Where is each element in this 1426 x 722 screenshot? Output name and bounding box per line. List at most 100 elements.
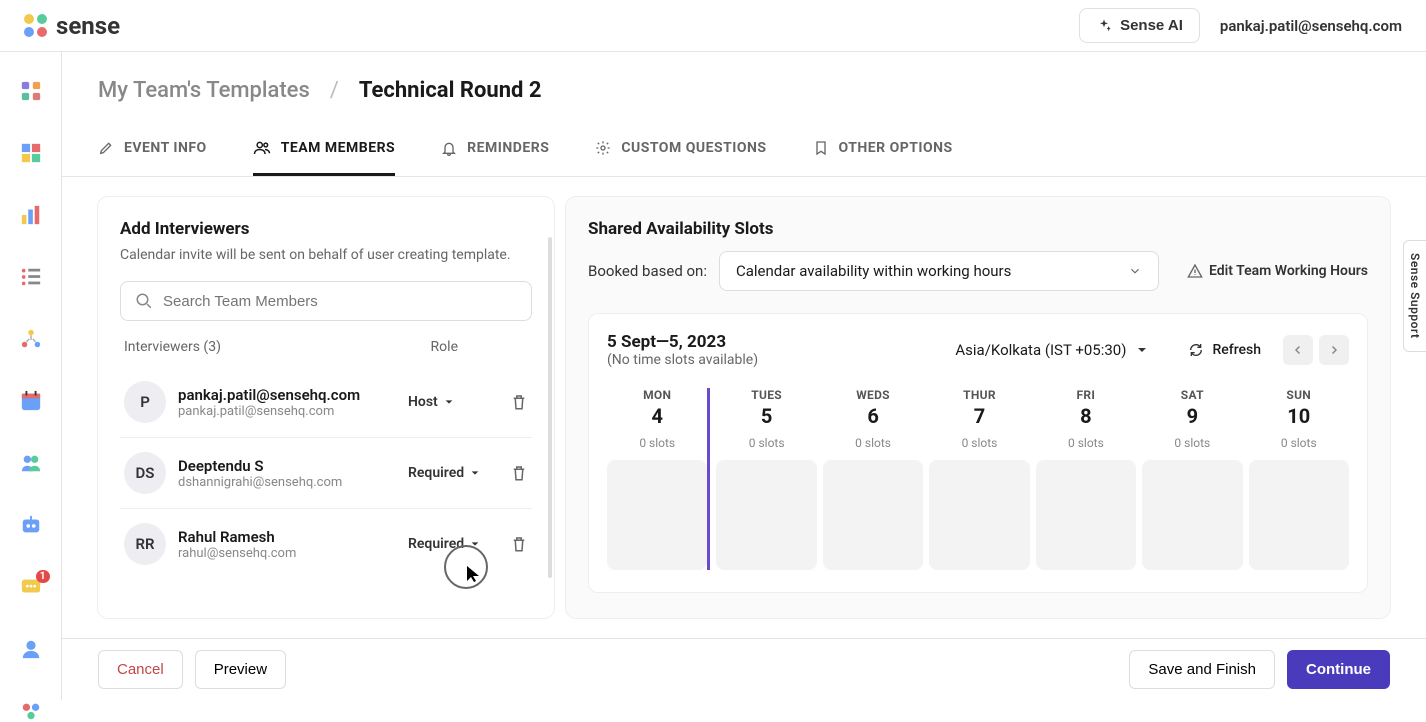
logo[interactable]: sense — [24, 12, 120, 40]
avatar: DS — [124, 452, 166, 494]
day-name: WEDS — [823, 388, 923, 402]
day-name: SUN — [1249, 388, 1349, 402]
nav-bot-icon[interactable] — [20, 514, 42, 536]
tab-reminders[interactable]: REMINDERS — [441, 123, 549, 176]
caret-down-icon — [444, 397, 454, 407]
tab-event-info[interactable]: EVENT INFO — [98, 123, 207, 176]
delete-icon[interactable] — [510, 464, 528, 482]
interviewers-panel: Add Interviewers Calendar invite will be… — [98, 197, 554, 618]
role-dropdown[interactable]: Required — [408, 465, 498, 481]
role-dropdown[interactable]: Host — [408, 394, 498, 410]
day-column[interactable]: THUR 7 0 slots — [929, 388, 1029, 570]
date-range: 5 Sept—5, 2023 — [607, 332, 758, 352]
nav-list-icon[interactable] — [20, 266, 42, 288]
tab-label: REMINDERS — [467, 140, 549, 156]
day-number: 5 — [716, 404, 816, 428]
day-number: 6 — [823, 404, 923, 428]
day-number: 9 — [1142, 404, 1242, 428]
interviewer-name: Rahul Ramesh — [178, 528, 396, 546]
user-email[interactable]: pankaj.patil@sensehq.com — [1220, 17, 1402, 35]
delete-icon[interactable] — [510, 393, 528, 411]
nav-profile-icon[interactable] — [20, 638, 42, 660]
day-slots: 0 slots — [929, 436, 1029, 450]
day-name: THUR — [929, 388, 1029, 402]
save-finish-button[interactable]: Save and Finish — [1129, 650, 1275, 689]
brand-name: sense — [56, 12, 120, 40]
next-week-button[interactable] — [1319, 335, 1349, 365]
week-days: MON 4 0 slots TUES 5 0 slots WEDS 6 — [607, 388, 1349, 570]
nav-calendar-icon[interactable] — [20, 390, 42, 412]
role-dropdown[interactable]: Required — [408, 536, 498, 552]
chevron-left-icon — [1292, 344, 1304, 356]
role-value: Required — [408, 465, 464, 481]
support-tab[interactable]: Sense Support — [1403, 240, 1426, 352]
interviewer-row: RR Rahul Ramesh rahul@sensehq.com Requir… — [120, 509, 532, 579]
day-slots: 0 slots — [823, 436, 923, 450]
interviewer-name: Deeptendu S — [178, 457, 396, 475]
refresh-icon — [1188, 342, 1204, 358]
edit-hours-label: Edit Team Working Hours — [1209, 263, 1368, 279]
breadcrumb-parent[interactable]: My Team's Templates — [98, 78, 310, 103]
day-column[interactable]: WEDS 6 0 slots — [823, 388, 923, 570]
basis-value: Calendar availability within working hou… — [736, 262, 1011, 280]
tab-team-members[interactable]: TEAM MEMBERS — [253, 123, 395, 176]
people-icon — [253, 139, 271, 157]
day-name: TUES — [716, 388, 816, 402]
day-slots: 0 slots — [1249, 436, 1349, 450]
availability-title: Shared Availability Slots — [588, 219, 1368, 239]
delete-icon[interactable] — [510, 535, 528, 553]
booking-basis-dropdown[interactable]: Calendar availability within working hou… — [719, 251, 1159, 291]
slot-box — [1249, 460, 1349, 570]
nav-settings-icon[interactable] — [20, 700, 42, 722]
role-value: Required — [408, 536, 464, 552]
sense-ai-button[interactable]: Sense AI — [1079, 8, 1200, 43]
bookmark-icon — [813, 140, 829, 156]
timezone-dropdown[interactable]: Asia/Kolkata (IST +05:30) — [955, 341, 1148, 359]
day-number: 8 — [1036, 404, 1136, 428]
nav-puzzle-icon[interactable] — [20, 142, 42, 164]
slot-box — [823, 460, 923, 570]
search-icon — [135, 292, 153, 310]
day-column[interactable]: SAT 9 0 slots — [1142, 388, 1242, 570]
gear-icon — [595, 140, 611, 156]
day-column[interactable]: MON 4 0 slots — [607, 388, 707, 570]
nav-dashboard-icon[interactable] — [20, 80, 42, 102]
role-header: Role — [431, 339, 458, 355]
interviewer-email: dshannigrahi@sensehq.com — [178, 475, 396, 490]
nav-network-icon[interactable] — [20, 328, 42, 350]
preview-button[interactable]: Preview — [195, 650, 286, 689]
interviewer-count: Interviewers (3) — [124, 339, 221, 355]
prev-week-button[interactable] — [1283, 335, 1313, 365]
chevron-down-icon — [1128, 264, 1142, 278]
nav-chat-icon[interactable]: 1 — [20, 576, 42, 598]
interviewer-email: rahul@sensehq.com — [178, 546, 396, 561]
continue-button[interactable]: Continue — [1287, 650, 1390, 689]
search-team-members[interactable] — [120, 281, 532, 321]
tab-other-options[interactable]: OTHER OPTIONS — [813, 123, 953, 176]
tab-custom-questions[interactable]: CUSTOM QUESTIONS — [595, 123, 766, 176]
day-slots: 0 slots — [716, 436, 816, 450]
caret-down-icon — [470, 539, 480, 549]
main-area: My Team's Templates / Technical Round 2 … — [62, 52, 1426, 700]
tab-label: TEAM MEMBERS — [281, 140, 395, 156]
search-input[interactable] — [163, 293, 517, 310]
bell-icon — [441, 140, 457, 156]
day-slots: 0 slots — [607, 436, 707, 450]
nav-team-icon[interactable] — [20, 452, 42, 474]
cancel-button[interactable]: Cancel — [98, 650, 183, 689]
slot-box — [1036, 460, 1136, 570]
day-column[interactable]: TUES 5 0 slots — [707, 388, 816, 570]
tabs-bar: EVENT INFO TEAM MEMBERS REMINDERS CUSTOM… — [62, 123, 1426, 177]
interviewer-row: DS Deeptendu S dshannigrahi@sensehq.com … — [120, 438, 532, 509]
edit-working-hours-link[interactable]: Edit Team Working Hours — [1187, 263, 1368, 279]
day-column[interactable]: SUN 10 0 slots — [1249, 388, 1349, 570]
refresh-button[interactable]: Refresh — [1188, 342, 1261, 358]
sparkle-icon — [1096, 18, 1112, 34]
nav-analytics-icon[interactable] — [20, 204, 42, 226]
caret-down-icon — [470, 468, 480, 478]
interviewer-email: pankaj.patil@sensehq.com — [178, 404, 396, 419]
day-slots: 0 slots — [1142, 436, 1242, 450]
day-number: 10 — [1249, 404, 1349, 428]
timezone-value: Asia/Kolkata (IST +05:30) — [955, 341, 1126, 359]
day-column[interactable]: FRI 8 0 slots — [1036, 388, 1136, 570]
